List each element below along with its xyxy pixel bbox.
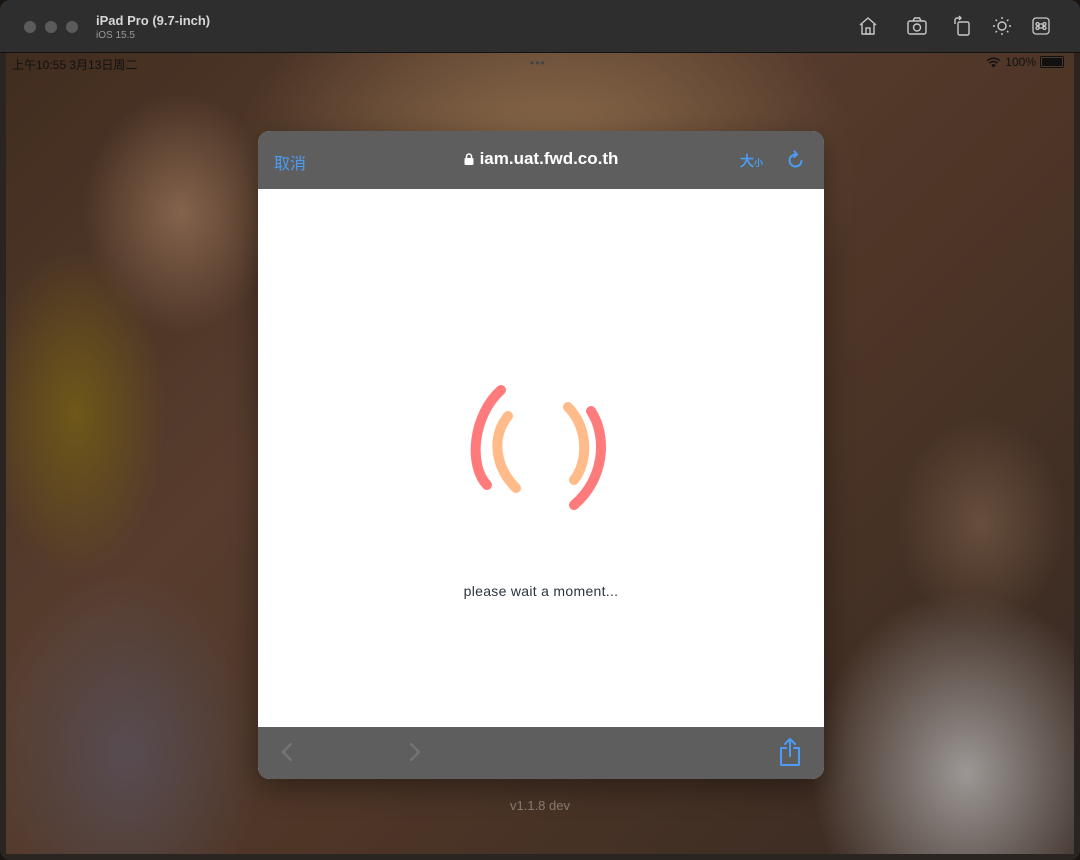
device-name: iPad Pro (9.7-inch) — [96, 13, 211, 28]
battery-icon — [1040, 56, 1064, 68]
rotate-icon[interactable] — [951, 15, 973, 37]
back-arrow-icon[interactable] — [280, 741, 294, 763]
share-icon[interactable] — [778, 737, 802, 767]
app-version-label: v1.1.8 dev — [510, 798, 570, 813]
appearance-icon[interactable] — [991, 15, 1013, 37]
simulator-titlebar: iPad Pro (9.7-inch) iOS 15.5 — [0, 0, 1080, 53]
text-size-button[interactable]: 大小 — [740, 151, 763, 171]
simulator-window: iPad Pro (9.7-inch) iOS 15.5 上午10:55 3月1… — [0, 0, 1080, 860]
reload-icon[interactable] — [786, 150, 806, 170]
browser-header: 取消 iam.uat.fwd.co.th 大小 — [258, 131, 824, 189]
status-right: 100% — [986, 55, 1064, 69]
screenshot-icon[interactable] — [906, 15, 928, 37]
loading-message: please wait a moment... — [463, 583, 619, 599]
ipad-screen: 上午10:55 3月13日周二 ••• 100% 取消 iam.uat.fwd.… — [6, 53, 1074, 854]
home-icon[interactable] — [857, 15, 879, 37]
zoom-window-button[interactable] — [66, 21, 78, 33]
minimize-window-button[interactable] — [45, 21, 57, 33]
status-time-date: 上午10:55 3月13日周二 — [12, 58, 138, 72]
loading-spinner-icon — [470, 385, 606, 510]
text-size-large-label: 大 — [740, 153, 754, 169]
url-text: iam.uat.fwd.co.th — [479, 149, 619, 168]
lock-icon — [464, 153, 474, 165]
browser-toolbar — [258, 727, 824, 779]
battery-percent: 100% — [1005, 55, 1036, 69]
text-size-small-label: 小 — [754, 158, 764, 168]
wifi-icon — [986, 56, 1001, 67]
device-os-version: iOS 15.5 — [96, 30, 135, 41]
forward-arrow-icon[interactable] — [408, 741, 422, 763]
command-icon[interactable] — [1030, 15, 1052, 37]
web-content: please wait a moment... — [258, 189, 824, 727]
multitasking-indicator[interactable]: ••• — [530, 56, 546, 70]
close-window-button[interactable] — [24, 21, 36, 33]
browser-modal: 取消 iam.uat.fwd.co.th 大小 please wait a mo… — [258, 131, 824, 779]
